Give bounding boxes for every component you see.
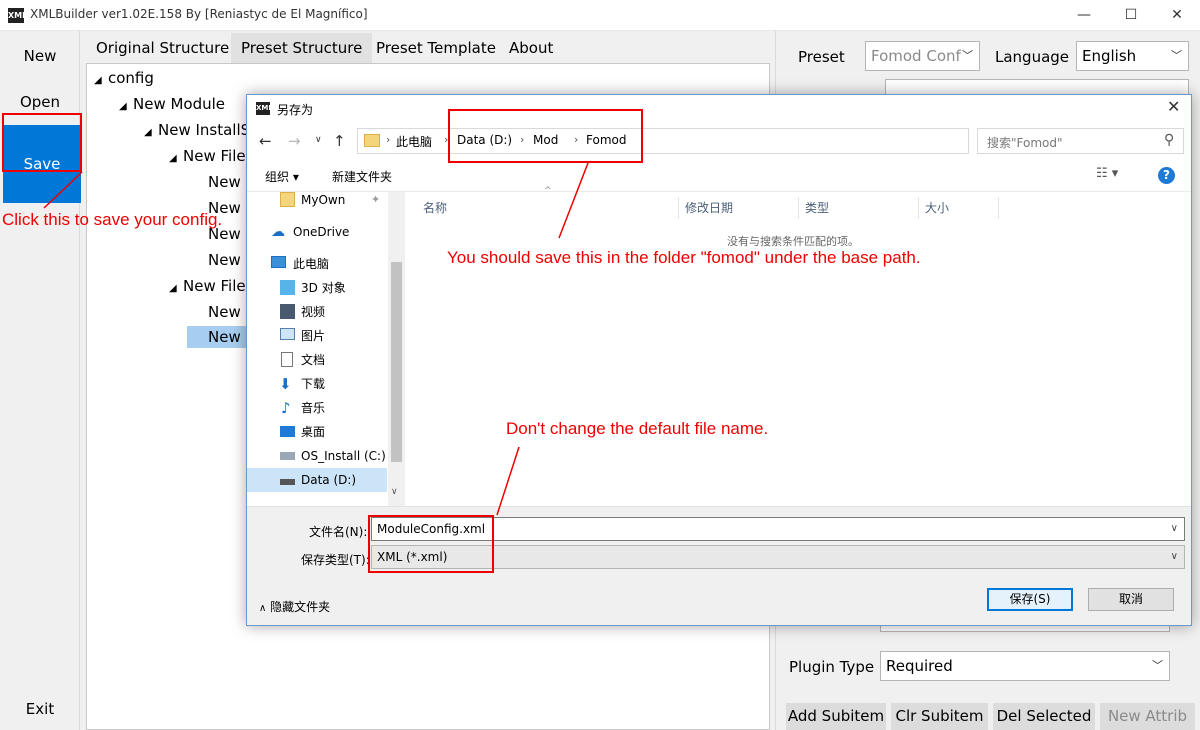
annotation-arrow-filename [496,446,520,516]
annotation-arrow-path [558,162,589,239]
annotation-filename-note: Don't change the default file name. [506,419,769,438]
annotation-folder-note: You should save this in the folder "fomo… [447,248,921,267]
annotation-lines [43,162,589,516]
annotation-save-note: Click this to save your config. [2,210,223,229]
annotation-arrow-save [43,171,83,209]
